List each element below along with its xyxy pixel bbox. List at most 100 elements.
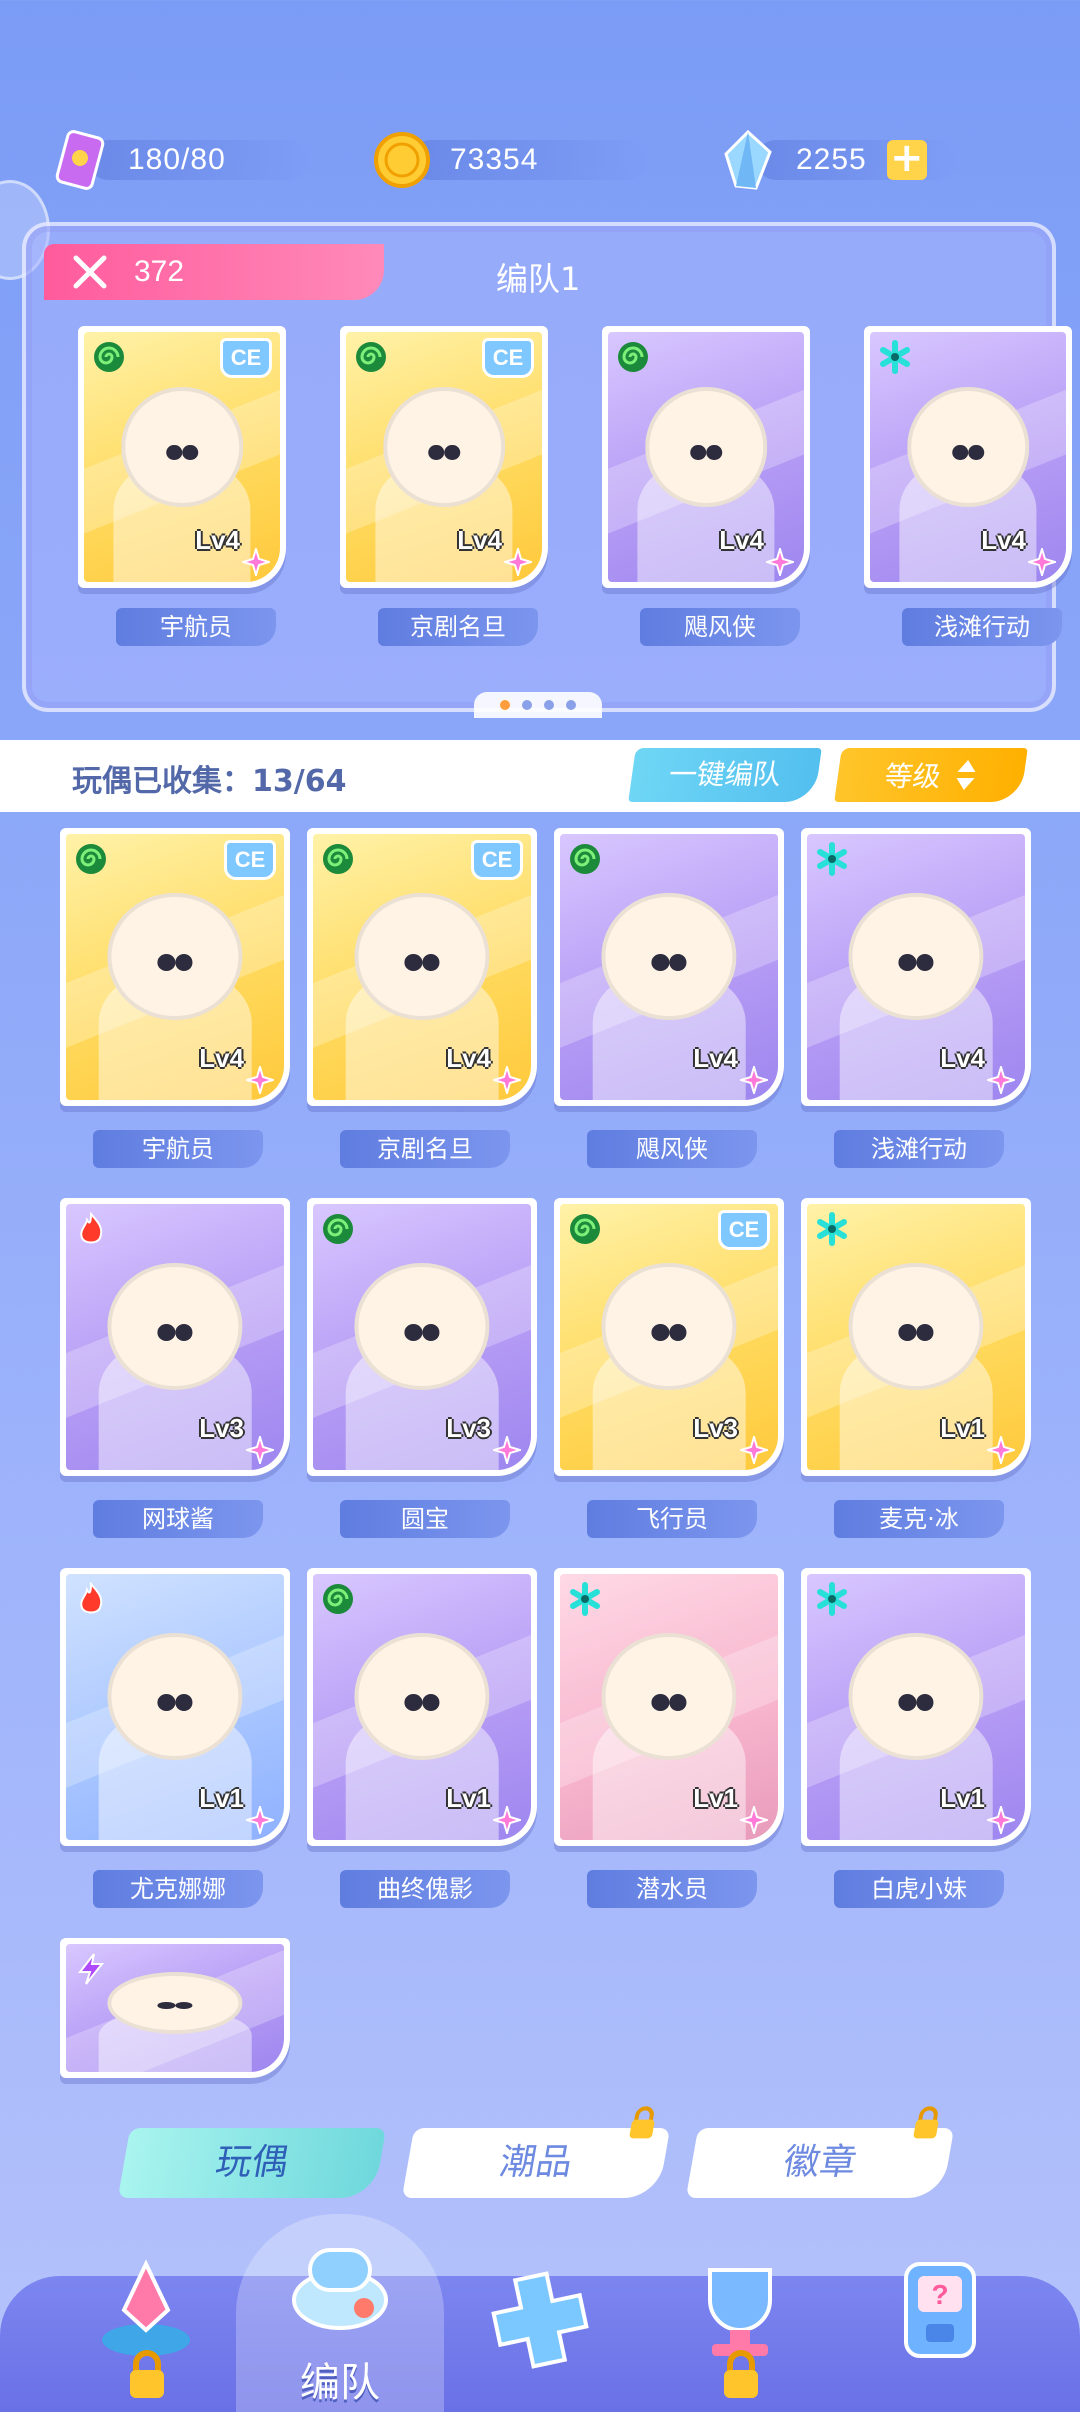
gamepad-cross-icon bbox=[491, 2271, 589, 2369]
doll-card-frame: CE Lv4 bbox=[60, 828, 290, 1106]
doll-card[interactable]: CE Lv4 京剧名旦 bbox=[307, 828, 543, 1168]
doll-card-frame: CE Lv4 bbox=[78, 326, 286, 588]
lock-icon bbox=[130, 2350, 164, 2398]
spiral-type-icon bbox=[356, 342, 386, 372]
sparkle-star-icon bbox=[493, 1806, 521, 1834]
doll-name: 浅滩行动 bbox=[834, 1130, 1004, 1168]
nav-trophy-button[interactable] bbox=[670, 2240, 810, 2398]
doll-card[interactable]: Lv1 尤克娜娜 bbox=[60, 1568, 296, 1908]
doll-name: 潜水员 bbox=[587, 1870, 757, 1908]
doll-level: Lv1 bbox=[940, 1413, 985, 1443]
doll-card-frame: Lv3 bbox=[307, 1198, 537, 1476]
doll-level: Lv1 bbox=[940, 1783, 985, 1813]
fire-type-icon bbox=[80, 1582, 103, 1614]
doll-card[interactable]: Lv3 网球酱 bbox=[60, 1198, 296, 1538]
auto-team-button[interactable]: 一键编队 bbox=[628, 748, 822, 802]
doll-level: Lv4 bbox=[940, 1043, 985, 1073]
asterisk-type-icon bbox=[817, 1212, 847, 1246]
doll-portrait: Lv1 bbox=[313, 1574, 531, 1840]
nav-team-label: 编队 bbox=[300, 2360, 380, 2406]
nav-rocket-button[interactable] bbox=[76, 2240, 216, 2398]
category-tab[interactable]: 潮品 bbox=[401, 2106, 671, 2198]
spiral-type-icon bbox=[323, 1584, 353, 1614]
team-power-value: 372 bbox=[134, 255, 185, 288]
doll-card[interactable]: Lv1 麦克·冰 bbox=[801, 1198, 1037, 1538]
add-gems-button[interactable]: + bbox=[886, 138, 927, 180]
doll-level: Lv4 bbox=[199, 1043, 244, 1073]
nav-team-button[interactable]: 编队 bbox=[270, 2210, 410, 2406]
team-power-badge: 372 bbox=[44, 244, 384, 300]
category-tab[interactable]: 徽章 bbox=[685, 2106, 955, 2198]
bottom-nav-items: 编队 ? bbox=[0, 2210, 1080, 2410]
doll-card[interactable]: Lv1 潜水员 bbox=[554, 1568, 790, 1908]
doll-card[interactable]: Lv4 浅滩行动 bbox=[864, 326, 1080, 646]
doll-level: Lv4 bbox=[981, 525, 1026, 555]
doll-portrait: Lv1 bbox=[560, 1574, 778, 1840]
doll-card[interactable]: CE Lv4 宇航员 bbox=[60, 828, 296, 1168]
doll-card-frame: CE Lv3 bbox=[554, 1198, 784, 1476]
doll-card-frame: CE Lv4 bbox=[340, 326, 548, 588]
collection-header: 玩偶已收集：13/64 一键编队 等级 bbox=[0, 740, 1080, 812]
doll-card[interactable]: Lv1 白虎小妹 bbox=[801, 1568, 1037, 1908]
sort-arrows-icon bbox=[956, 760, 976, 790]
spiral-type-icon bbox=[76, 844, 106, 874]
page-dot[interactable] bbox=[500, 700, 510, 710]
coin-display: 73354 bbox=[370, 132, 646, 188]
doll-card[interactable]: CE Lv4 京剧名旦 bbox=[340, 326, 576, 646]
doll-name: 飓风侠 bbox=[640, 608, 800, 646]
doll-level: Lv4 bbox=[195, 525, 240, 555]
doll-portrait: Lv4 bbox=[608, 332, 804, 582]
doll-name: 白虎小妹 bbox=[834, 1870, 1004, 1908]
sparkle-star-icon bbox=[987, 1066, 1015, 1094]
svg-text:?: ? bbox=[931, 2279, 948, 2310]
doll-portrait: Lv4 bbox=[870, 332, 1066, 582]
doll-portrait: Lv1 bbox=[807, 1204, 1025, 1470]
doll-card[interactable]: Lv3 圆宝 bbox=[307, 1198, 543, 1538]
doll-card[interactable]: Lv1 曲终傀影 bbox=[307, 1568, 543, 1908]
nav-gacha-button[interactable]: ? bbox=[870, 2240, 1010, 2380]
doll-card-frame: Lv1 bbox=[554, 1568, 784, 1846]
category-tab-label: 玩偶 bbox=[212, 2142, 292, 2183]
sparkle-star-icon bbox=[246, 1806, 274, 1834]
doll-card-frame: Lv4 bbox=[864, 326, 1072, 588]
doll-portrait: Lv3 bbox=[66, 1204, 284, 1470]
lock-icon bbox=[724, 2350, 758, 2398]
doll-card[interactable]: CE Lv4 宇航员 bbox=[78, 326, 314, 646]
doll-name: 飞行员 bbox=[587, 1500, 757, 1538]
page-dot[interactable] bbox=[566, 700, 576, 710]
doll-card-frame: CE Lv4 bbox=[307, 828, 537, 1106]
doll-card[interactable]: Lv4 飓风侠 bbox=[602, 326, 838, 646]
page-dot[interactable] bbox=[544, 700, 554, 710]
ce-crown-icon: CE bbox=[482, 338, 534, 378]
doll-card[interactable]: CE Lv3 飞行员 bbox=[554, 1198, 790, 1538]
collection-count: 玩偶已收集：13/64 bbox=[72, 764, 347, 799]
doll-level: Lv3 bbox=[199, 1413, 244, 1443]
page-dot[interactable] bbox=[522, 700, 532, 710]
team-title: 编队1 bbox=[496, 260, 581, 298]
spiral-type-icon bbox=[323, 1214, 353, 1244]
doll-card[interactable] bbox=[60, 1938, 296, 2078]
doll-name: 宇航员 bbox=[93, 1130, 263, 1168]
doll-level: Lv1 bbox=[446, 1783, 491, 1813]
stamina-value: 180/80 bbox=[128, 143, 226, 176]
doll-portrait: CE Lv4 bbox=[66, 834, 284, 1100]
sort-level-button[interactable]: 等级 bbox=[834, 748, 1028, 802]
category-tab-label: 潮品 bbox=[496, 2142, 576, 2183]
doll-name: 圆宝 bbox=[340, 1500, 510, 1538]
lock-icon bbox=[913, 2106, 939, 2139]
doll-name: 尤克娜娜 bbox=[93, 1870, 263, 1908]
lightning-type-icon bbox=[77, 1953, 105, 1985]
doll-card-frame: Lv1 bbox=[801, 1568, 1031, 1846]
nav-gamepad-button[interactable] bbox=[470, 2250, 610, 2390]
sparkle-star-icon bbox=[740, 1066, 768, 1094]
doll-card-frame: Lv4 bbox=[554, 828, 784, 1106]
doll-card[interactable]: Lv4 浅滩行动 bbox=[801, 828, 1037, 1168]
category-tab[interactable]: 玩偶 bbox=[117, 2128, 387, 2198]
doll-portrait: Lv4 bbox=[560, 834, 778, 1100]
ce-crown-icon: CE bbox=[471, 840, 523, 880]
doll-card[interactable]: Lv4 飓风侠 bbox=[554, 828, 790, 1168]
spiral-type-icon bbox=[94, 342, 124, 372]
spiral-type-icon bbox=[323, 844, 353, 874]
doll-portrait: Lv4 bbox=[807, 834, 1025, 1100]
team-member-list: CE Lv4 宇航员 CE Lv4 京剧名旦 Lv4 飓风侠 Lv4 浅滩行动 bbox=[78, 326, 1080, 646]
